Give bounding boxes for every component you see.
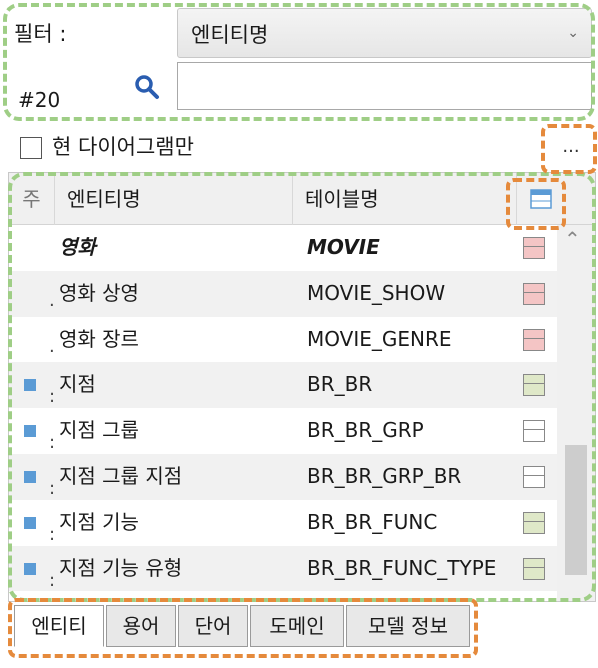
header-subject[interactable]: 주 <box>9 173 55 225</box>
entity-name-cell: 지점 그룹 지점 <box>59 463 183 488</box>
table-icon-cell <box>523 500 553 546</box>
grid-header: 주 엔티티명 테이블명 <box>9 173 595 225</box>
search-input[interactable] <box>177 62 592 110</box>
table-name-cell: BR_BR_FUNC <box>307 509 438 534</box>
table-icon-cell <box>523 546 553 592</box>
calendar-icon[interactable] <box>530 188 552 210</box>
header-entity-name[interactable]: 엔티티명 <box>55 173 293 225</box>
chevron-down-icon[interactable]: ⌄ <box>567 25 579 41</box>
table-icon <box>523 374 545 397</box>
entity-name-cell: 지점 기능 <box>59 509 139 534</box>
header-icon-cell[interactable] <box>517 173 565 225</box>
tab-domain[interactable]: 도메인 <box>250 605 344 647</box>
table-row[interactable]: 영화 MOVIE <box>9 225 557 271</box>
table-name-cell: MOVIE_SHOW <box>307 280 446 305</box>
table-row[interactable]: : 지점 그룹 BR_BR_GRP <box>9 408 557 454</box>
subject-area-square <box>24 470 36 483</box>
tab-term[interactable]: 용어 <box>106 605 176 647</box>
filter-field-select[interactable]: 엔티티명 ⌄ <box>177 8 592 58</box>
table-icon <box>523 511 545 534</box>
entity-grid: 주 엔티티명 테이블명 영화 MOVIE · 영화 상영 MOVIE_SHOW … <box>8 172 596 602</box>
subject-area-square <box>24 562 36 575</box>
vertical-scrollbar[interactable]: ⌃ <box>557 225 595 601</box>
entity-count: #20 <box>18 88 61 112</box>
entity-name-cell: 영화 상영 <box>59 280 139 305</box>
tab-entity[interactable]: 엔티티 <box>14 605 104 647</box>
scrollbar-thumb[interactable] <box>565 445 587 575</box>
subject-area-square <box>24 516 36 529</box>
subject-area-square <box>24 379 36 392</box>
table-icon-cell <box>523 317 553 363</box>
table-row[interactable]: : 지점 기능 BR_BR_FUNC <box>9 500 557 546</box>
table-row[interactable]: · 영화 상영 MOVIE_SHOW <box>9 270 557 317</box>
table-name-cell: BR_BR_GRP_BR <box>307 463 462 488</box>
table-name-cell: MOVIE <box>307 235 380 259</box>
grid-rows: 영화 MOVIE · 영화 상영 MOVIE_SHOW · 영화 장르 MOVI… <box>9 225 557 592</box>
tab-word[interactable]: 단어 <box>178 605 248 647</box>
entity-name-cell: 지점 기능 유형 <box>59 555 183 580</box>
table-icon <box>523 557 545 580</box>
table-row[interactable]: · 영화 장르 MOVIE_GENRE <box>9 317 557 363</box>
table-icon <box>523 328 545 351</box>
table-icon-cell <box>523 454 553 500</box>
table-name-cell: BR_BR_FUNC_TYPE <box>307 555 497 580</box>
table-name-cell: BR_BR <box>307 372 373 397</box>
current-diagram-only-checkbox[interactable] <box>20 137 42 159</box>
entity-name-cell: 영화 장르 <box>59 326 139 351</box>
header-table-name[interactable]: 테이블명 <box>293 173 517 225</box>
table-row[interactable]: : 지점 기능 유형 BR_BR_FUNC_TYPE <box>9 545 557 592</box>
table-icon-cell <box>523 225 553 271</box>
table-icon-cell <box>523 362 553 408</box>
filter-field-value: 엔티티명 <box>191 23 269 47</box>
table-name-cell: MOVIE_GENRE <box>307 326 452 351</box>
more-options-button[interactable]: ... <box>553 132 589 168</box>
table-row[interactable]: : 지점 그룹 지점 BR_BR_GRP_BR <box>9 453 557 500</box>
entity-name-cell: 지점 <box>59 372 96 397</box>
entity-name-cell: 영화 <box>59 235 96 259</box>
table-name-cell: BR_BR_GRP <box>307 418 424 443</box>
subject-area-square <box>24 425 36 438</box>
current-diagram-only-label: 현 다이어그램만 <box>52 135 194 159</box>
chevron-up-icon[interactable]: ⌃ <box>564 227 581 251</box>
table-icon-cell <box>523 408 553 454</box>
table-icon-cell <box>523 271 553 317</box>
table-row[interactable]: : 지점 BR_BR <box>9 362 557 409</box>
table-icon <box>523 282 545 305</box>
table-icon <box>523 465 545 488</box>
table-icon <box>523 420 545 443</box>
filter-label: 필터 : <box>14 22 67 46</box>
search-icon[interactable] <box>134 74 160 100</box>
table-icon <box>523 237 545 259</box>
tab-model-info[interactable]: 모델 정보 <box>346 605 470 647</box>
entity-name-cell: 지점 그룹 <box>59 418 139 443</box>
subject-marker: : <box>49 569 56 591</box>
